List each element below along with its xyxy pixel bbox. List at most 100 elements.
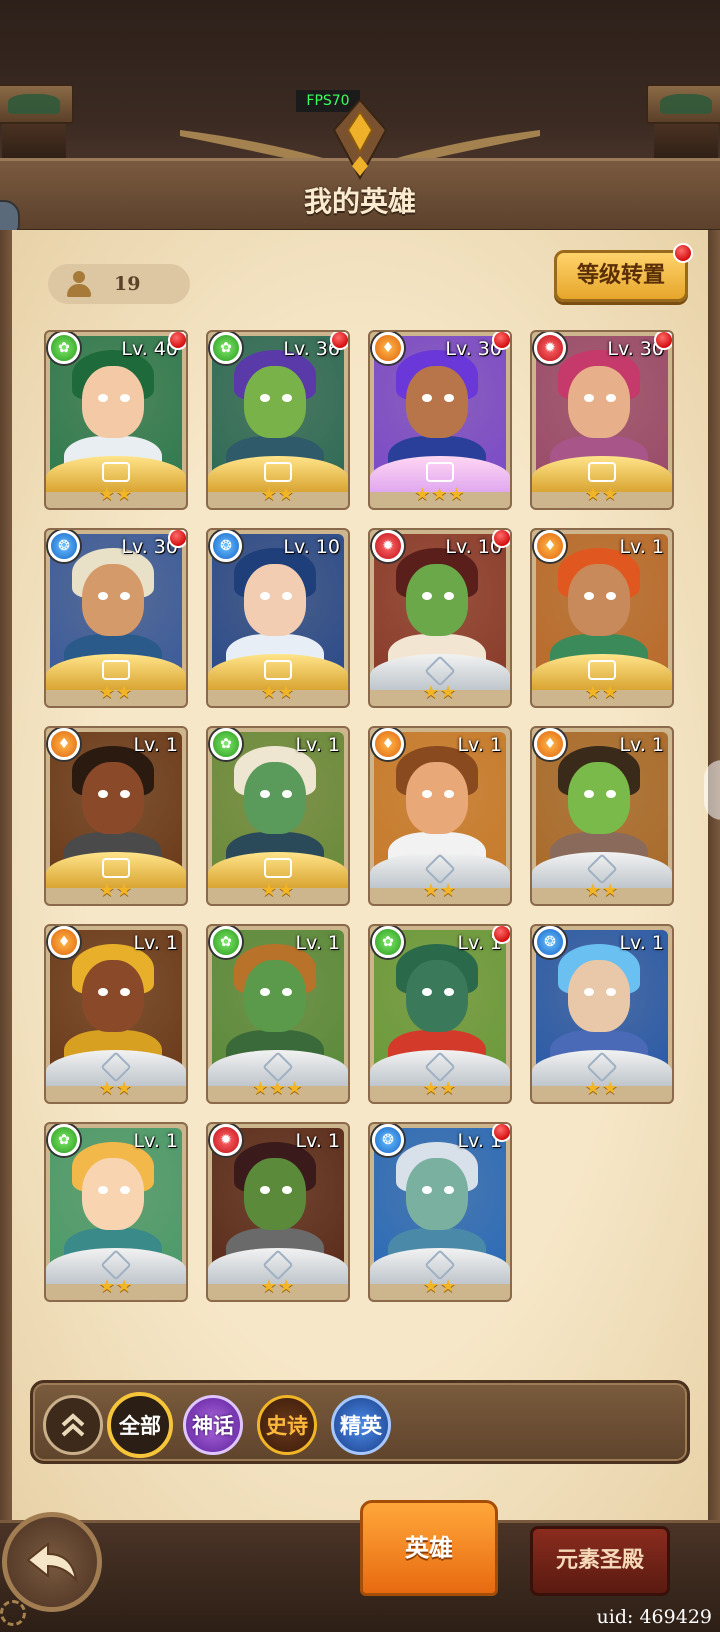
- card-emblem-icon: [102, 660, 130, 680]
- water-icon: ❂: [48, 530, 80, 562]
- hero-card[interactable]: ★★ Lv. 10 ❂: [206, 528, 350, 708]
- hero-eye: [120, 790, 130, 798]
- hero-eye: [444, 1186, 454, 1194]
- hero-card[interactable]: ★★ Lv. 1 ♦: [44, 924, 188, 1104]
- hero-stars: ★★: [98, 682, 134, 703]
- hero-stars: ★★: [422, 880, 458, 901]
- hero-card[interactable]: ★★ Lv. 30 ❂: [44, 528, 188, 708]
- hero-face: [568, 762, 630, 834]
- hero-card[interactable]: ★★ Lv. 1 ✹: [206, 1122, 350, 1302]
- hero-face: [406, 366, 468, 438]
- hero-eye: [584, 394, 594, 402]
- hero-eye: [120, 592, 130, 600]
- hero-eye: [98, 988, 108, 996]
- collapse-filter-button[interactable]: [43, 1395, 103, 1455]
- card-emblem-icon: [588, 462, 616, 482]
- filter-mythic-button[interactable]: 神话: [183, 1395, 243, 1455]
- notification-dot: [654, 332, 672, 350]
- notification-dot: [673, 243, 693, 263]
- right-side-handle[interactable]: [704, 760, 720, 820]
- flame-icon: ♦: [372, 332, 404, 364]
- hero-eye: [260, 790, 270, 798]
- hero-stars: ★★: [584, 484, 620, 505]
- water-icon: ❂: [372, 1124, 404, 1156]
- hero-eye: [606, 988, 616, 996]
- card-emblem-icon: [588, 660, 616, 680]
- hero-count-value: 19: [114, 273, 141, 295]
- hero-face: [568, 564, 630, 636]
- hero-eye: [444, 394, 454, 402]
- hero-eye: [98, 790, 108, 798]
- page-title: 我的英雄: [303, 185, 416, 218]
- hero-eye: [584, 592, 594, 600]
- hero-card[interactable]: ★★ Lv. 1 ✿: [368, 924, 512, 1104]
- hero-card[interactable]: ★★ Lv. 10 ✹: [368, 528, 512, 708]
- hero-face: [82, 960, 144, 1032]
- hero-face: [82, 366, 144, 438]
- hero-eye: [120, 1186, 130, 1194]
- hero-card[interactable]: ★★ Lv. 1 ❂: [530, 924, 674, 1104]
- hero-eye: [260, 592, 270, 600]
- flame-icon: ♦: [48, 728, 80, 760]
- hero-card[interactable]: ★★ Lv. 1 ♦: [368, 726, 512, 906]
- hero-level: Lv. 1: [619, 734, 664, 756]
- filter-all-button[interactable]: 全部: [107, 1392, 173, 1458]
- hero-eye: [282, 592, 292, 600]
- hero-eye: [98, 1186, 108, 1194]
- notification-dot: [492, 332, 510, 350]
- hero-eye: [422, 1186, 432, 1194]
- hero-stars: ★★: [584, 880, 620, 901]
- hero-face: [244, 564, 306, 636]
- hero-eye: [282, 1186, 292, 1194]
- hero-eye: [422, 790, 432, 798]
- hero-stars: ★★: [260, 880, 296, 901]
- hero-card[interactable]: ★★ Lv. 1 ♦: [530, 528, 674, 708]
- hero-face: [244, 1158, 306, 1230]
- tab-heroes[interactable]: 英雄: [360, 1500, 498, 1596]
- hero-eye: [444, 988, 454, 996]
- hero-card[interactable]: ★★ Lv. 1 ❂: [368, 1122, 512, 1302]
- hero-face: [406, 1158, 468, 1230]
- right-pillar-ornament: [646, 84, 720, 164]
- flame-icon: ♦: [534, 530, 566, 562]
- hero-card[interactable]: ★★ Lv. 36 ✿: [206, 330, 350, 510]
- water-icon: ❂: [534, 926, 566, 958]
- hero-face: [568, 366, 630, 438]
- flame-icon: ♦: [372, 728, 404, 760]
- drop-icon: ✹: [210, 1124, 242, 1156]
- hero-eye: [260, 988, 270, 996]
- flame-icon: ♦: [48, 926, 80, 958]
- hero-card[interactable]: ★★ Lv. 1 ♦: [44, 726, 188, 906]
- hero-card[interactable]: ★★ Lv. 30 ✹: [530, 330, 674, 510]
- crest-gem-icon: [332, 100, 388, 180]
- hero-stars: ★★: [98, 1078, 134, 1099]
- leaf-icon: ✿: [210, 926, 242, 958]
- leaf-icon: ✿: [210, 728, 242, 760]
- filter-elite-button[interactable]: 精英: [331, 1395, 391, 1455]
- hero-card[interactable]: ★★★ Lv. 30 ♦: [368, 330, 512, 510]
- level-reset-button[interactable]: 等级转置: [554, 243, 693, 302]
- hero-level: Lv. 1: [619, 932, 664, 954]
- hero-card[interactable]: ★★ Lv. 1 ✿: [206, 726, 350, 906]
- notification-dot: [330, 332, 348, 350]
- hero-eye: [260, 394, 270, 402]
- hero-stars: ★★★: [252, 1078, 304, 1099]
- hero-card[interactable]: ★★ Lv. 1 ✿: [44, 1122, 188, 1302]
- hero-card[interactable]: ★★ Lv. 40 ✿: [44, 330, 188, 510]
- double-chevron-up-icon: [61, 1413, 85, 1437]
- hero-card[interactable]: ★★★ Lv. 1 ✿: [206, 924, 350, 1104]
- hero-card[interactable]: ★★ Lv. 1 ♦: [530, 726, 674, 906]
- hero-face: [406, 960, 468, 1032]
- hero-face: [82, 564, 144, 636]
- hero-level: Lv. 1: [295, 734, 340, 756]
- hero-face: [244, 366, 306, 438]
- user-icon: [66, 270, 92, 298]
- tab-elemental-temple[interactable]: 元素圣殿: [530, 1526, 670, 1596]
- hero-eye: [606, 790, 616, 798]
- hero-eye: [120, 988, 130, 996]
- back-button[interactable]: [2, 1512, 102, 1612]
- filter-epic-button[interactable]: 史诗: [257, 1395, 317, 1455]
- hero-count-badge: 19: [48, 264, 190, 304]
- hero-level: Lv. 1: [133, 734, 178, 756]
- hero-face: [406, 564, 468, 636]
